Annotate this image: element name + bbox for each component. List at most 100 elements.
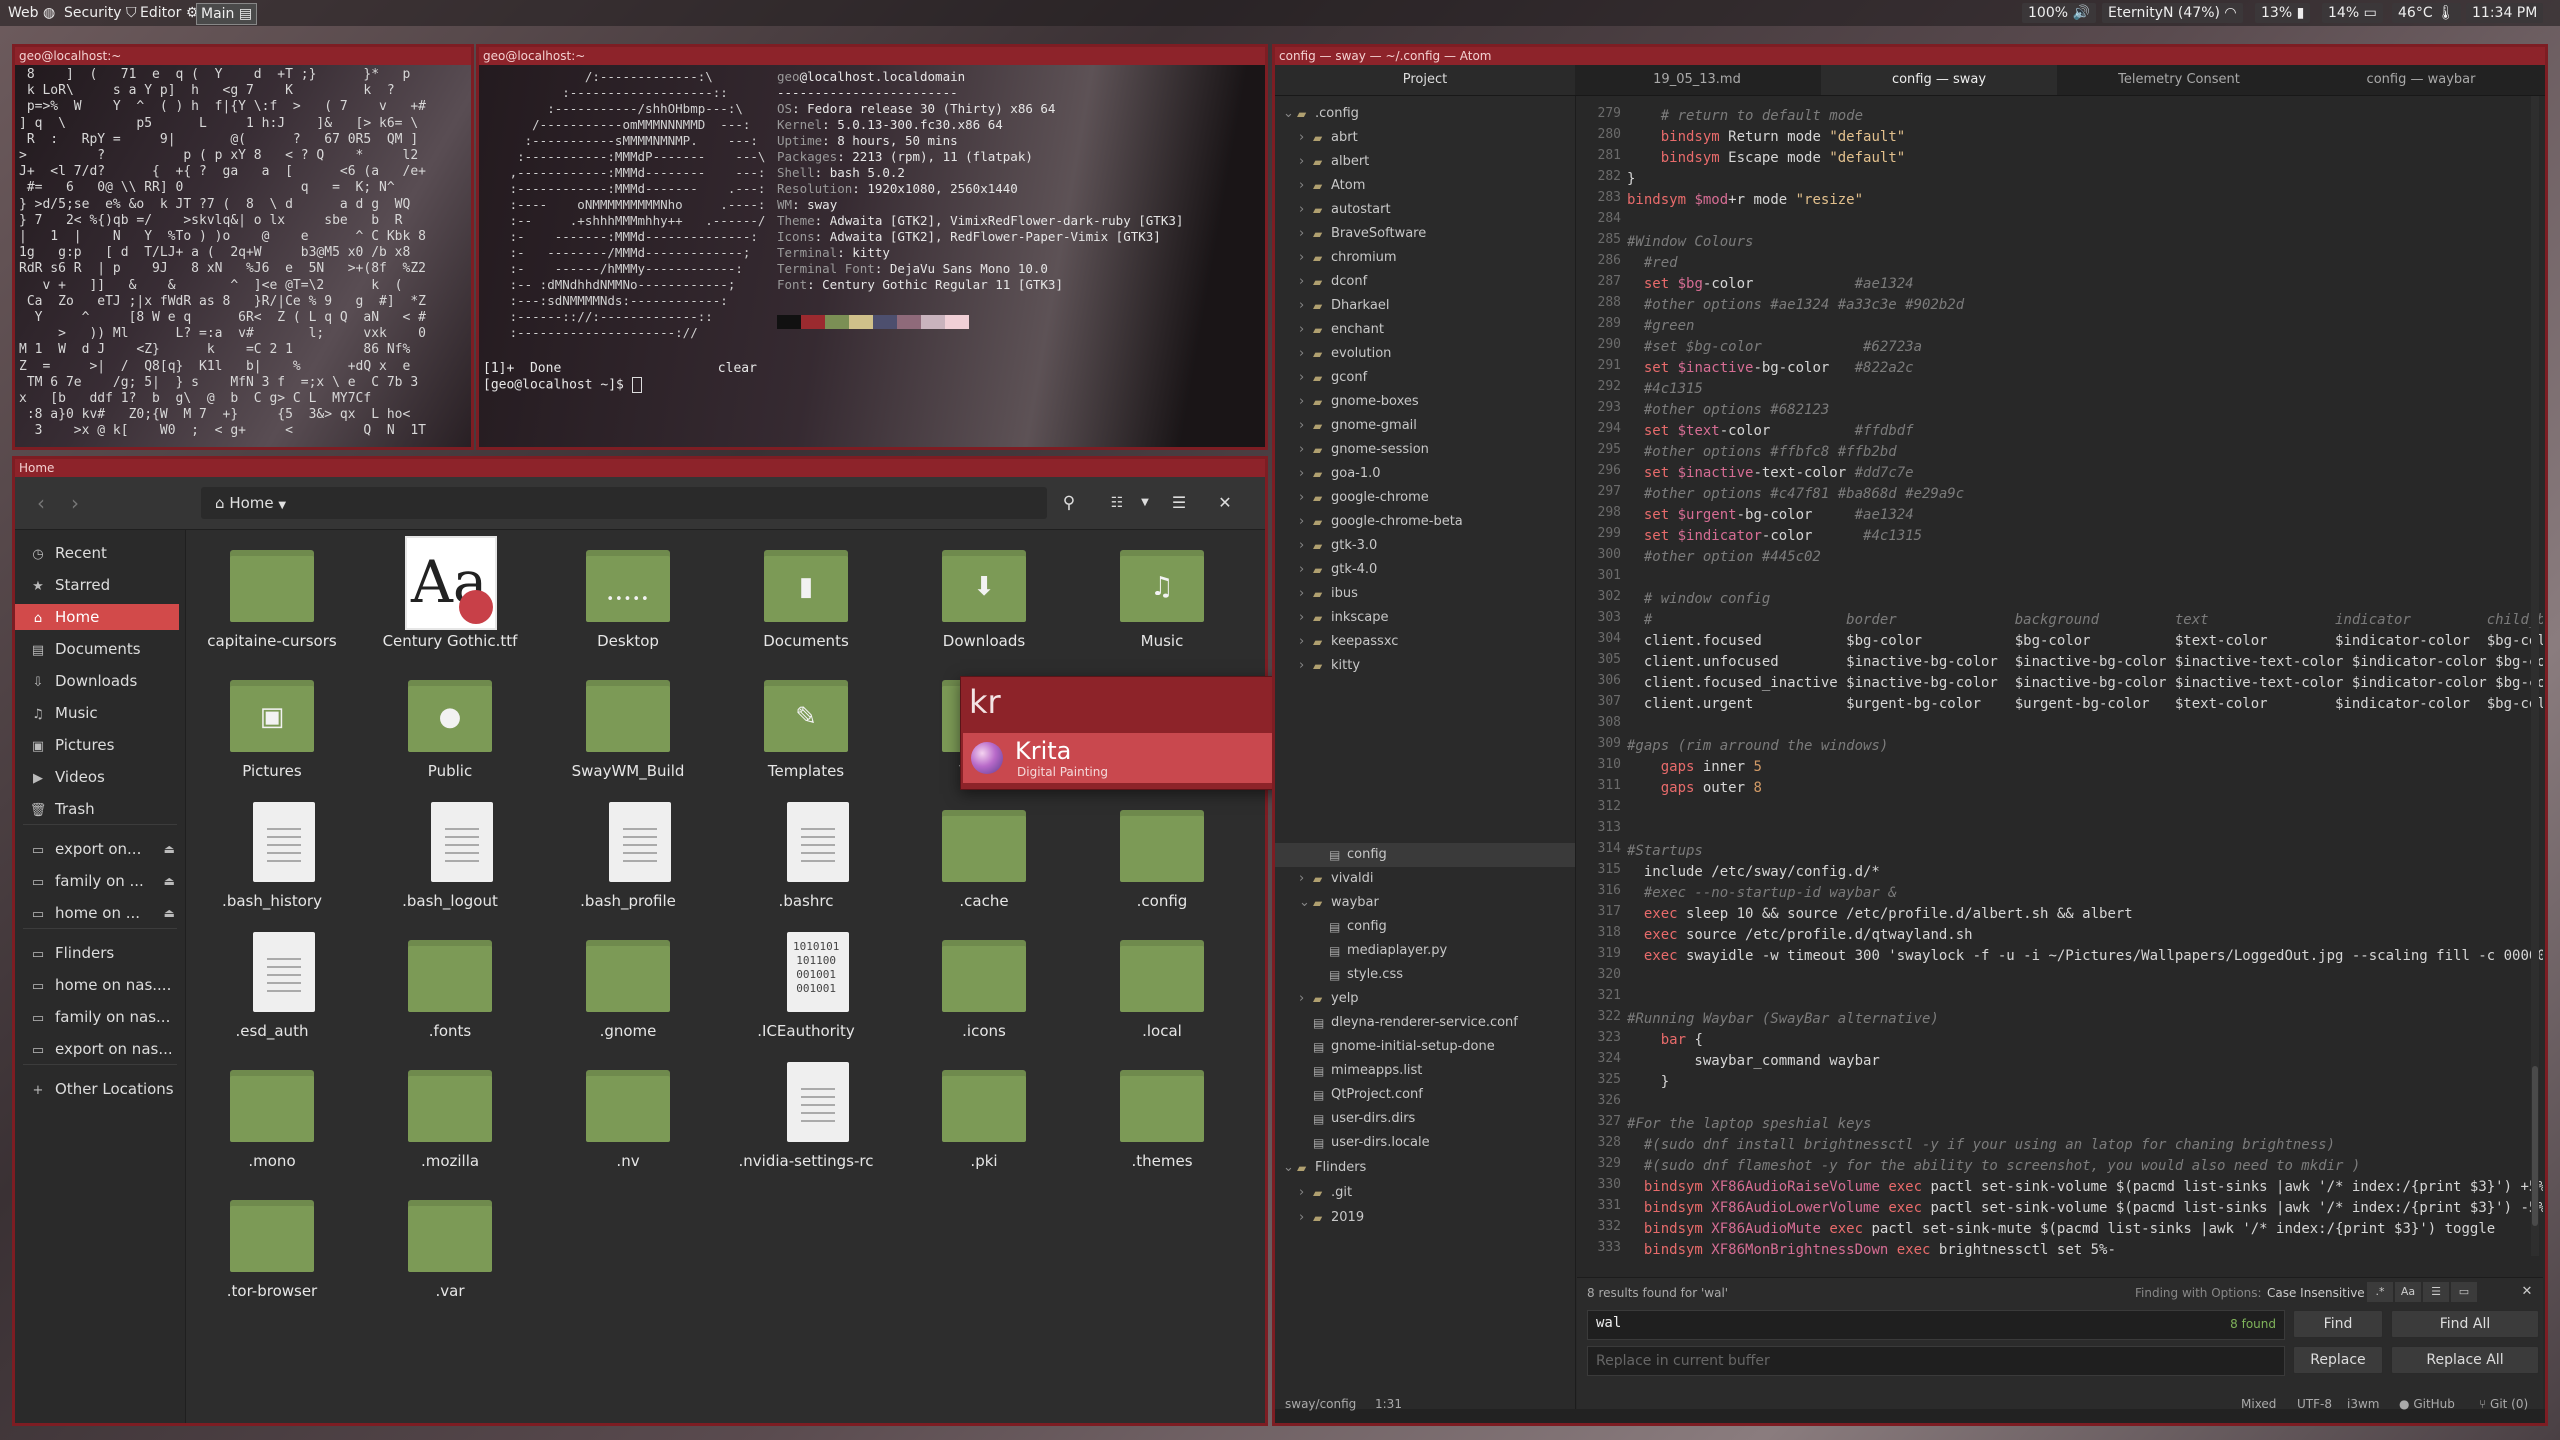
- sidebar-item-family-on-nas[interactable]: ▭ family on nas...: [15, 1004, 179, 1030]
- tree-item--config[interactable]: ⌄ ▰ .config: [1275, 102, 1575, 126]
- tree-item-waybar[interactable]: ⌄ ▰ waybar: [1275, 891, 1575, 915]
- sidebar-item-export-on-nas[interactable]: ▭ export on nas...: [15, 1036, 179, 1062]
- code-editor[interactable]: 279 # return to default mode 280 bindsym …: [1577, 96, 2543, 1276]
- file-item[interactable]: .mono: [187, 1056, 357, 1180]
- file-item[interactable]: ▣ Pictures: [187, 666, 357, 790]
- scrollbar[interactable]: [2531, 96, 2539, 1256]
- tab-config-waybar[interactable]: config — waybar: [2303, 65, 2539, 95]
- scrollbar-thumb[interactable]: [2532, 1066, 2538, 1226]
- tree-item-albert[interactable]: › ▰ albert: [1275, 150, 1575, 174]
- replace-input[interactable]: Replace in current buffer: [1587, 1346, 2285, 1376]
- tree-item-dconf[interactable]: › ▰ dconf: [1275, 270, 1575, 294]
- file-item[interactable]: .themes: [1077, 1056, 1247, 1180]
- tab-telemetry[interactable]: Telemetry Consent: [2061, 65, 2297, 95]
- tree-item-gnome-boxes[interactable]: › ▰ gnome-boxes: [1275, 390, 1575, 414]
- file-item[interactable]: .bash_logout: [365, 796, 535, 920]
- tree-item-qtproject-conf[interactable]: ▤ QtProject.conf: [1275, 1083, 1575, 1107]
- file-item[interactable]: .cache: [899, 796, 1069, 920]
- find-all-button[interactable]: Find All: [2391, 1310, 2539, 1338]
- sidebar-item-pictures[interactable]: ▣ Pictures: [15, 732, 179, 758]
- terminal-body[interactable]: /:-------------:\ :-------------------::…: [479, 65, 1265, 447]
- tree-item-mimeapps-list[interactable]: ▤ mimeapps.list: [1275, 1059, 1575, 1083]
- close-find-button[interactable]: ✕: [2517, 1282, 2537, 1302]
- file-item[interactable]: .local: [1077, 926, 1247, 1050]
- tree-item-google-chrome[interactable]: › ▰ google-chrome: [1275, 486, 1575, 510]
- whole-word-toggle[interactable]: ▭: [2451, 1282, 2477, 1302]
- file-item[interactable]: .var: [365, 1186, 535, 1310]
- file-item[interactable]: .gnome: [543, 926, 713, 1050]
- volume-status[interactable]: 100% 🔊: [2022, 3, 2096, 23]
- sidebar-item-other-locations[interactable]: + Other Locations: [15, 1076, 179, 1102]
- file-item[interactable]: .nvidia-settings-rc: [721, 1056, 891, 1180]
- file-item[interactable]: 1010101 101100 001001 001001 .ICEauthorit…: [721, 926, 891, 1050]
- status-encoding[interactable]: UTF-8: [2297, 1397, 2332, 1411]
- tree-item-chromium[interactable]: › ▰ chromium: [1275, 246, 1575, 270]
- eject-icon[interactable]: ⏏: [164, 836, 175, 862]
- file-item[interactable]: ● Public: [365, 666, 535, 790]
- file-item[interactable]: .fonts: [365, 926, 535, 1050]
- file-item[interactable]: SwayWM_Build: [543, 666, 713, 790]
- sidebar-item-starred[interactable]: ★ Starred: [15, 572, 179, 598]
- terminal-window-neofetch[interactable]: geo@localhost:~ /:-------------:\ :-----…: [476, 44, 1268, 450]
- file-item[interactable]: .bashrc: [721, 796, 891, 920]
- tab-project[interactable]: Project: [1275, 65, 1575, 95]
- tree-item-gconf[interactable]: › ▰ gconf: [1275, 366, 1575, 390]
- status-grammar[interactable]: i3wm: [2347, 1397, 2379, 1411]
- regex-toggle[interactable]: .*: [2367, 1282, 2393, 1302]
- file-item[interactable]: ✎ Templates: [721, 666, 891, 790]
- tree-item-inkscape[interactable]: › ▰ inkscape: [1275, 606, 1575, 630]
- tree-item-gnome-initial-setup-done[interactable]: ▤ gnome-initial-setup-done: [1275, 1035, 1575, 1059]
- sidebar-item-downloads[interactable]: ⇩ Downloads: [15, 668, 179, 694]
- eject-icon[interactable]: ⏏: [164, 868, 175, 894]
- sidebar-item-family-on[interactable]: ▭ family on ... ⏏: [15, 868, 179, 894]
- file-item[interactable]: .esd_auth: [187, 926, 357, 1050]
- breadcrumb-home[interactable]: ⌂ Home ▼: [207, 491, 294, 515]
- sidebar-item-export-on[interactable]: ▭ export on... ⏏: [15, 836, 179, 862]
- file-item[interactable]: capitaine-cursors: [187, 536, 357, 660]
- selection-toggle[interactable]: ☰: [2423, 1282, 2449, 1302]
- tree-item-ibus[interactable]: › ▰ ibus: [1275, 582, 1575, 606]
- tree-item--git[interactable]: › ▰ .git: [1275, 1181, 1575, 1205]
- tab-markdown[interactable]: 19_05_13.md: [1579, 65, 1815, 95]
- forward-button[interactable]: ›: [63, 491, 87, 515]
- file-item[interactable]: .mozilla: [365, 1056, 535, 1180]
- sidebar-item-videos[interactable]: ▶ Videos: [15, 764, 179, 790]
- sidebar-item-home-on[interactable]: ▭ home on ... ⏏: [15, 900, 179, 926]
- tree-item-enchant[interactable]: › ▰ enchant: [1275, 318, 1575, 342]
- status-github[interactable]: ● GitHub: [2399, 1397, 2455, 1411]
- terminal-window-matrix[interactable]: geo@localhost:~ 8 ] ( 71 e q ( Y d +T ;}…: [12, 44, 474, 450]
- tree-item-bravesoftware[interactable]: › ▰ BraveSoftware: [1275, 222, 1575, 246]
- search-button[interactable]: ⚲: [1055, 489, 1083, 517]
- tree-item-gtk-3-0[interactable]: › ▰ gtk-3.0: [1275, 534, 1575, 558]
- file-item[interactable]: .tor-browser: [187, 1186, 357, 1310]
- file-item[interactable]: .icons: [899, 926, 1069, 1050]
- workspace-editor[interactable]: Editor ⚙: [136, 3, 202, 23]
- tree-item-2019[interactable]: › ▰ 2019: [1275, 1206, 1575, 1230]
- view-toggle-button[interactable]: ☷: [1103, 489, 1131, 517]
- terminal-body[interactable]: 8 ] ( 71 e q ( Y d +T ;} }* p k LoR\ s a…: [15, 65, 471, 447]
- tree-item-kitty[interactable]: › ▰ kitty: [1275, 654, 1575, 678]
- find-button[interactable]: Find: [2293, 1310, 2383, 1338]
- file-manager-window[interactable]: Home ‹ › ⌂ Home ▼ ⚲ ☷ ▼ ☰ ✕ ◷ Recent ★ Star…: [12, 456, 1268, 1426]
- workspace-web[interactable]: Web ◍: [4, 3, 59, 23]
- menu-button[interactable]: ☰: [1165, 489, 1193, 517]
- status-line-ending[interactable]: Mixed: [2241, 1397, 2276, 1411]
- tree-item-flinders[interactable]: ⌄ ▰ Flinders: [1275, 1156, 1575, 1180]
- tab-config-sway[interactable]: config — sway: [1821, 65, 2057, 95]
- sidebar-item-home[interactable]: ⌂ Home: [15, 604, 179, 630]
- tree-item-user-dirs-dirs[interactable]: ▤ user-dirs.dirs: [1275, 1107, 1575, 1131]
- tree-item-mediaplayer-py[interactable]: ▤ mediaplayer.py: [1275, 939, 1575, 963]
- workspace-main[interactable]: Main ▤: [196, 3, 258, 25]
- sidebar-item-recent[interactable]: ◷ Recent: [15, 540, 179, 566]
- launcher-input[interactable]: kr: [969, 683, 1001, 721]
- case-toggle[interactable]: Aa: [2395, 1282, 2421, 1302]
- replace-button[interactable]: Replace: [2293, 1346, 2383, 1374]
- tree-item-abrt[interactable]: › ▰ abrt: [1275, 126, 1575, 150]
- shell-prompt[interactable]: [geo@localhost ~]$: [483, 377, 642, 394]
- status-git[interactable]: ⑂ Git (0): [2479, 1397, 2528, 1411]
- file-item[interactable]: .config: [1077, 796, 1247, 920]
- sidebar-item-home-on-nas[interactable]: ▭ home on nas....: [15, 972, 179, 998]
- sidebar-item-flinders[interactable]: ▭ Flinders: [15, 940, 179, 966]
- tree-item-google-chrome-beta[interactable]: › ▰ google-chrome-beta: [1275, 510, 1575, 534]
- file-item[interactable]: ••••• Desktop: [543, 536, 713, 660]
